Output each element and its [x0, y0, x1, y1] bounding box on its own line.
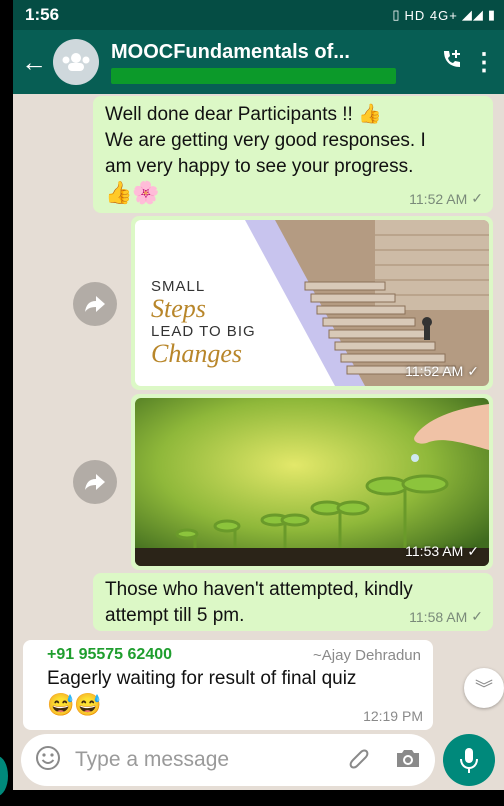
- forward-button[interactable]: [73, 282, 117, 326]
- message-meta: 11:52 AM ✓: [405, 363, 479, 380]
- image-message[interactable]: 11:53 AM ✓: [131, 394, 493, 570]
- seedlings-photo: [135, 398, 489, 566]
- message-time: 11:52 AM: [405, 363, 464, 379]
- message-time: 11:58 AM: [409, 608, 468, 625]
- double-chevron-down-icon: ︾: [475, 679, 493, 699]
- forward-icon: [85, 296, 105, 312]
- message-line: Those who haven't attempted, kindly: [105, 579, 413, 600]
- message-meta: 12:19 PM: [363, 708, 423, 724]
- mic-icon: [460, 748, 478, 773]
- message-input[interactable]: [75, 748, 346, 772]
- image-seedlings[interactable]: 11:53 AM ✓: [135, 398, 489, 566]
- message-meta: 11:58 AM ✓: [409, 608, 483, 625]
- message-bubble[interactable]: Those who haven't attempted, kindly atte…: [93, 573, 493, 631]
- sender-phone[interactable]: +91 95575 62400: [47, 646, 172, 664]
- message-line: We are getting very good responses. I: [105, 130, 426, 151]
- message-bubble[interactable]: Well done dear Participants !! 👍 We are …: [93, 96, 493, 213]
- camera-icon[interactable]: [394, 746, 422, 775]
- vibrate-icon: ▯: [392, 7, 401, 22]
- battery-icon: ▮: [487, 7, 496, 22]
- message-time: 11:53 AM: [405, 543, 464, 559]
- group-subtitle-redacted: [111, 67, 396, 84]
- message-line: Well done dear Participants !! 👍: [105, 104, 382, 125]
- more-options-icon[interactable]: ⋮: [472, 48, 496, 77]
- left-edge-strip: [0, 0, 13, 806]
- group-icon: [62, 53, 90, 71]
- header-text[interactable]: MOOCFundamentals of...: [111, 41, 432, 84]
- group-avatar[interactable]: [53, 39, 99, 85]
- image-text-line: LEAD TO BIG: [151, 323, 256, 340]
- image-small-steps[interactable]: SMALL Steps LEAD TO BIG Changes 11:52 AM…: [135, 220, 489, 386]
- forward-button[interactable]: [73, 460, 117, 504]
- chat-header: ← MOOCFundamentals of... ⋮: [13, 30, 504, 94]
- sent-check-icon: ✓: [467, 363, 479, 379]
- status-time: 1:56: [25, 5, 60, 24]
- add-call-icon[interactable]: [432, 47, 472, 77]
- status-indicators: ▯ HD 4G+ ◢◢ ▮: [392, 7, 496, 23]
- image-text-line: SMALL: [151, 278, 206, 295]
- sent-check-icon: ✓: [471, 608, 483, 624]
- sent-check-icon: ✓: [467, 543, 479, 559]
- incoming-message[interactable]: +91 95575 62400 ~Ajay Dehradun Eagerly w…: [23, 640, 433, 730]
- sent-check-icon: ✓: [471, 190, 483, 206]
- sender-name: ~Ajay Dehradun: [313, 646, 421, 664]
- back-arrow-icon[interactable]: ←: [21, 47, 49, 78]
- network-label: HD 4G+: [404, 7, 458, 23]
- message-meta: 11:52 AM ✓: [409, 190, 483, 207]
- scroll-down-button[interactable]: ︾: [464, 668, 504, 708]
- message-time: 11:52 AM: [409, 190, 468, 207]
- emoji-icon[interactable]: [35, 745, 61, 776]
- message-line: am very happy to see your progress.: [105, 156, 414, 177]
- message-text: Eagerly waiting for result of final quiz: [47, 668, 357, 689]
- message-meta: 11:53 AM ✓: [405, 543, 479, 560]
- group-title: MOOCFundamentals of...: [111, 40, 350, 63]
- forward-icon: [85, 474, 105, 490]
- image-message[interactable]: SMALL Steps LEAD TO BIG Changes 11:52 AM…: [131, 216, 493, 390]
- message-composer: [21, 734, 435, 786]
- whatsapp-window: 1:56 ▯ HD 4G+ ◢◢ ▮ ← MOOCFundamentals of…: [13, 0, 504, 790]
- message-time: 12:19 PM: [363, 708, 423, 724]
- partial-fab: [0, 756, 8, 796]
- mic-button[interactable]: [443, 734, 495, 786]
- signal-icon: ◢◢: [461, 7, 484, 22]
- image-text-line: Steps: [151, 294, 206, 323]
- image-text-line: Changes: [151, 339, 242, 368]
- status-bar: 1:56 ▯ HD 4G+ ◢◢ ▮: [13, 0, 504, 30]
- attach-icon[interactable]: [346, 745, 372, 776]
